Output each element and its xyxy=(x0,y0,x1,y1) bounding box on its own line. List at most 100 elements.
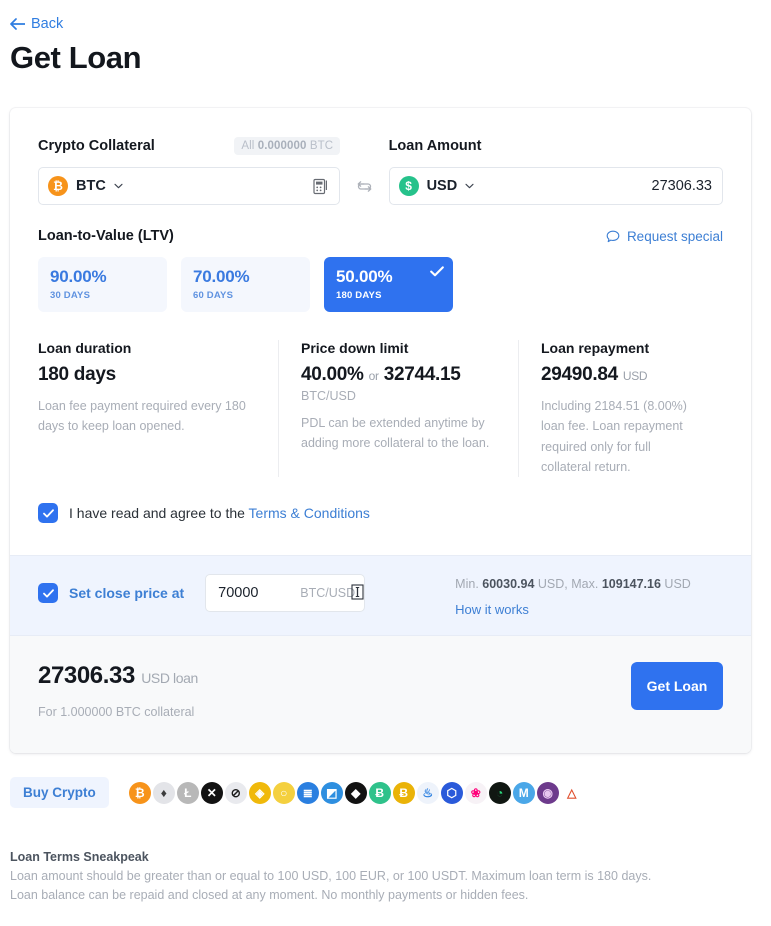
chainlink-icon[interactable]: ⬡ xyxy=(440,781,463,804)
all-prefix: All xyxy=(241,140,255,152)
litecoin-icon[interactable]: Ł xyxy=(176,781,199,804)
ethereum-icon[interactable]: ♦ xyxy=(152,781,175,804)
ltv-days: 30 DAYS xyxy=(50,290,91,301)
terms-link[interactable]: Terms & Conditions xyxy=(249,505,370,521)
polygon-icon[interactable]: Μ xyxy=(512,781,535,804)
close-price-right: Min. 60030.94 USD, Max. 109147.16 USD Ho… xyxy=(455,574,691,617)
max-prefix: Max. xyxy=(571,577,599,591)
ltv-percent: 70.00% xyxy=(193,267,250,286)
bitcoincash-icon[interactable]: Ƀ xyxy=(368,781,391,804)
pdl-pair: BTC/USD xyxy=(301,389,356,403)
ltv-option-50[interactable]: 50.00% 180 DAYS xyxy=(324,257,453,312)
loan-duration-value: 180 days xyxy=(38,364,116,385)
loan-amount-label: Loan Amount xyxy=(388,138,482,154)
chainlink-alt-icon[interactable]: ○ xyxy=(272,781,295,804)
close-price-minmax: Min. 60030.94 USD, Max. 109147.16 USD xyxy=(455,577,691,591)
summary-amount-value: 27306.33 xyxy=(38,662,135,689)
ltv-percent: 50.00% xyxy=(336,267,393,286)
loan-duration-title: Loan duration xyxy=(38,340,132,356)
eos-icon[interactable]: ≣ xyxy=(296,781,319,804)
loan-amount-currency: USD xyxy=(426,178,458,194)
swap-button[interactable] xyxy=(340,167,388,205)
collateral-field[interactable]: ₿ BTC xyxy=(38,167,341,205)
close-price-label[interactable]: Set close price at xyxy=(69,585,184,601)
close-price-input[interactable]: 70000 BTC/USD xyxy=(205,574,366,612)
buy-crypto-button[interactable]: Buy Crypto xyxy=(10,777,109,808)
btc-coin-icon: ₿ xyxy=(48,176,68,196)
terms-checkbox[interactable] xyxy=(38,503,58,523)
buy-crypto-row: Buy Crypto ₿ ♦ Ł ✕ ⊘ ◈ ○ ≣ ◩ ◆ Ƀ Ƀ ♨ ⬡ ❀ ◔ Μ ◉ △ xyxy=(10,777,583,808)
min-unit: USD, xyxy=(537,577,568,591)
check-icon xyxy=(430,266,444,277)
loan-summary: 27306.33 USD loan For 1.000000 BTC colla… xyxy=(10,636,751,753)
dash-icon[interactable]: ◩ xyxy=(320,781,343,804)
ltv-label: Loan-to-Value (LTV) xyxy=(38,228,174,244)
terms-row: I have read and agree to the Terms & Con… xyxy=(38,503,723,549)
swap-icon xyxy=(357,180,372,192)
loan-terms-footer: Loan Terms Sneakpeak Loan amount should … xyxy=(10,850,750,902)
calculator-icon[interactable] xyxy=(313,178,329,195)
huobi-icon[interactable]: ♨ xyxy=(416,781,439,804)
binance-icon[interactable]: ◈ xyxy=(248,781,271,804)
summary-amount: 27306.33 USD loan xyxy=(38,662,198,690)
loan-amount-label-line: Loan Amount xyxy=(389,136,723,156)
back-link[interactable]: Back xyxy=(10,16,63,32)
loan-amount-field[interactable]: $ USD 27306.33 xyxy=(388,167,723,205)
check-icon xyxy=(42,588,54,597)
close-price-band: Set close price at 70000 BTC/USD Min. 60… xyxy=(10,555,751,636)
summary-amount-unit: USD loan xyxy=(141,670,198,686)
pdl-percent: 40.00% xyxy=(301,364,364,385)
repayment-amount: 29490.84 xyxy=(541,364,618,385)
crypto-icon-list: ₿ ♦ Ł ✕ ⊘ ◈ ○ ≣ ◩ ◆ Ƀ Ƀ ♨ ⬡ ❀ ◔ Μ ◉ △ xyxy=(128,781,583,804)
collateral-label: Crypto Collateral xyxy=(38,138,155,154)
check-icon xyxy=(42,508,54,517)
ltv-days: 60 DAYS xyxy=(193,290,234,301)
get-loan-button[interactable]: Get Loan xyxy=(631,662,723,710)
request-special-link[interactable]: Request special xyxy=(606,229,723,244)
collateral-currency: BTC xyxy=(76,178,106,194)
max-unit: USD xyxy=(664,577,691,591)
repayment-unit: USD xyxy=(622,369,648,383)
pdl-value: 40.00% or 32744.15 xyxy=(301,364,496,386)
ltv-options: 90.00% 30 DAYS 70.00% 60 DAYS 50.00% 180… xyxy=(38,257,723,312)
usd-coin-icon: $ xyxy=(398,176,419,196)
summary-left: 27306.33 USD loan For 1.000000 BTC colla… xyxy=(38,662,198,719)
terms-text: I have read and agree to the Terms & Con… xyxy=(69,505,370,521)
loan-card: Crypto Collateral All 0.000000 BTC ₿ BTC xyxy=(10,108,751,753)
currency-row: Crypto Collateral All 0.000000 BTC ₿ BTC xyxy=(38,136,723,205)
collateral-column: Crypto Collateral All 0.000000 BTC ₿ BTC xyxy=(38,136,341,205)
min-value: 60030.94 xyxy=(482,577,535,591)
close-price-checkbox[interactable] xyxy=(38,583,58,603)
ltv-option-70[interactable]: 70.00% 60 DAYS xyxy=(181,257,310,312)
loan-info-row: Loan duration 180 days Loan fee payment … xyxy=(38,340,723,481)
loan-repayment-column: Loan repayment 29490.84 USD Including 21… xyxy=(518,340,723,477)
basic-attention-icon[interactable]: △ xyxy=(560,781,583,804)
collateral-label-line: Crypto Collateral All 0.000000 BTC xyxy=(38,136,341,156)
loan-duration-column: Loan duration 180 days Loan fee payment … xyxy=(38,340,278,477)
ripple-icon[interactable]: ✕ xyxy=(200,781,223,804)
chevron-down-icon[interactable] xyxy=(465,183,474,189)
terms-prefix: I have read and agree to the xyxy=(69,505,249,521)
arrow-left-icon xyxy=(10,18,25,30)
ltv-option-90[interactable]: 90.00% 30 DAYS xyxy=(38,257,167,312)
ltv-percent: 90.00% xyxy=(50,267,107,286)
close-price-pair: BTC/USD xyxy=(300,586,356,600)
close-price-suffix: BTC/USD xyxy=(300,584,364,600)
serum-icon[interactable]: ◔ xyxy=(488,781,511,804)
pdl-title: Price down limit xyxy=(301,340,409,356)
loan-amount-value[interactable]: 27306.33 xyxy=(652,178,712,194)
uniswap-icon[interactable]: ❀ xyxy=(464,781,487,804)
bitcoin-icon[interactable]: ₿ xyxy=(128,781,151,804)
close-price-left: Set close price at 70000 BTC/USD xyxy=(38,574,366,612)
how-it-works-link[interactable]: How it works xyxy=(455,602,691,617)
pdl-note: PDL can be extended anytime by adding mo… xyxy=(301,416,490,451)
summary-collateral: For 1.000000 BTC collateral xyxy=(38,705,195,719)
aave-icon[interactable]: ◉ xyxy=(536,781,559,804)
stellar-icon[interactable]: ⊘ xyxy=(224,781,247,804)
bitcoinsv-icon[interactable]: Ƀ xyxy=(392,781,415,804)
back-label: Back xyxy=(31,16,64,32)
collateral-all-badge[interactable]: All 0.000000 BTC xyxy=(234,137,341,155)
footer-line-1: Loan amount should be greater than or eq… xyxy=(10,869,652,883)
chevron-down-icon[interactable] xyxy=(114,183,123,189)
tezos-icon[interactable]: ◆ xyxy=(344,781,367,804)
